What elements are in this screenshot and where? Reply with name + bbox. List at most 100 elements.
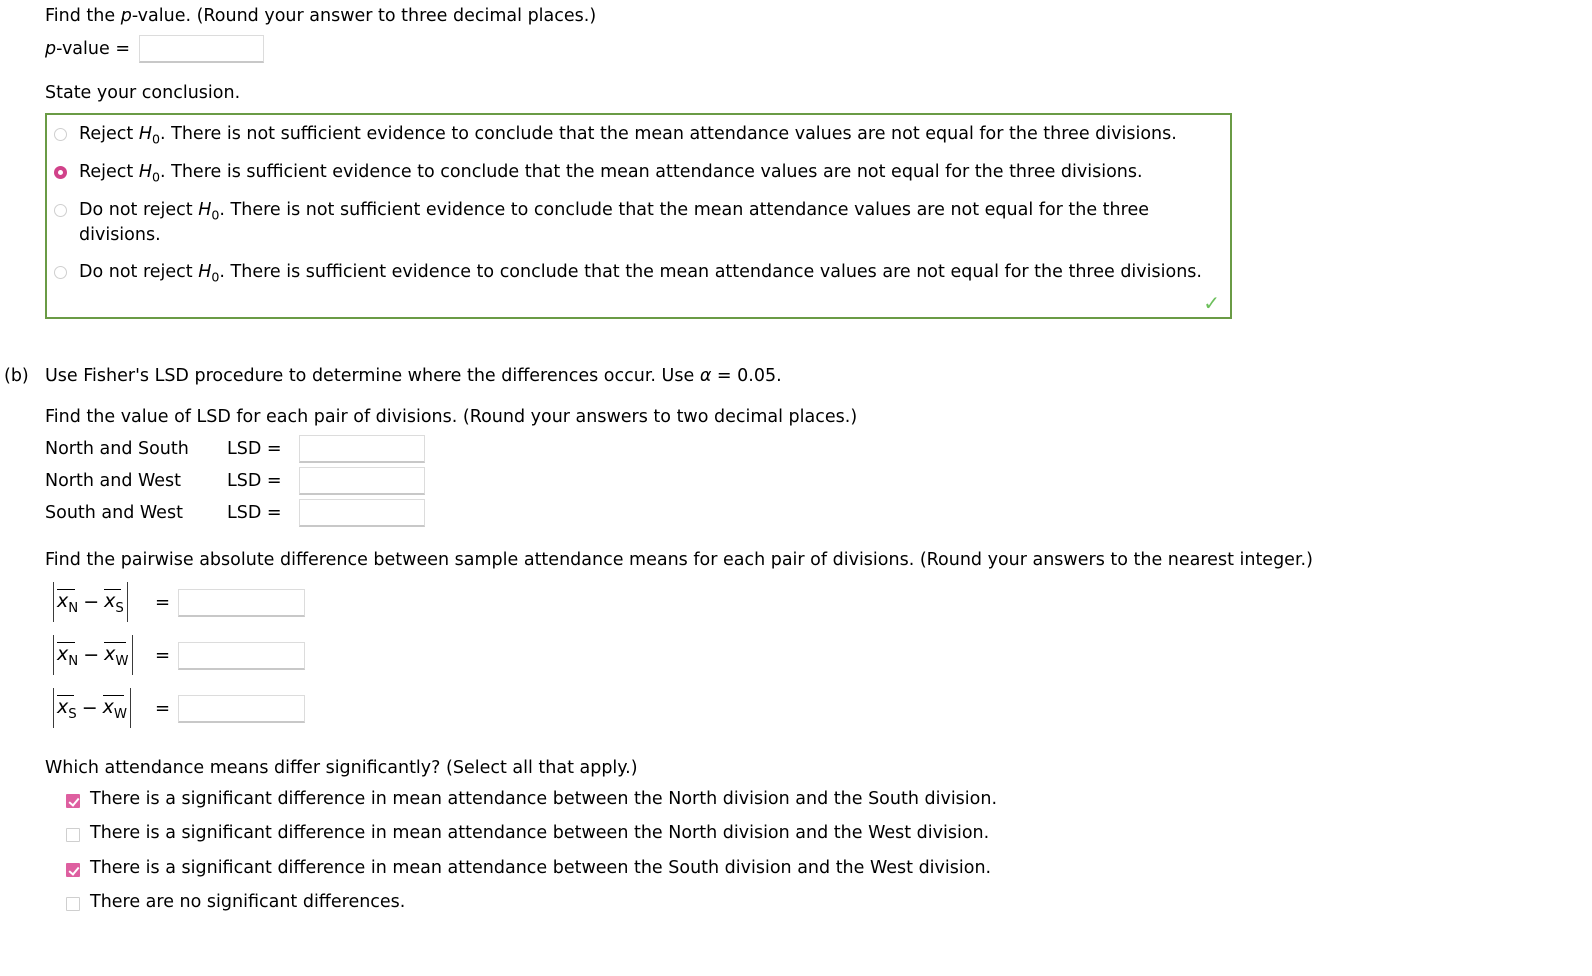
significance-option-0[interactable]: There is a significant difference in mea… bbox=[66, 789, 997, 809]
lsd-row-1-label: LSD = bbox=[227, 471, 282, 491]
option-3-text: . There is sufficient evidence to conclu… bbox=[219, 262, 1202, 282]
lsd-row-2-input[interactable] bbox=[299, 499, 425, 527]
abs-bar-left-0 bbox=[53, 582, 54, 622]
significance-option-2[interactable]: There is a significant difference in mea… bbox=[66, 858, 991, 878]
part-b-prompt-text-2: = 0.05. bbox=[711, 366, 782, 386]
lsd-row-1-input[interactable] bbox=[299, 467, 425, 495]
xbar-2-b-sub: W bbox=[113, 706, 128, 722]
pairwise-row-1-equals: = bbox=[155, 645, 171, 666]
pairwise-row-2-input[interactable] bbox=[178, 695, 305, 723]
pvalue-label: p-value = bbox=[45, 38, 130, 62]
pvalue-prompt-text-1: Find the bbox=[45, 6, 121, 26]
lsd-row-1-pair: North and West bbox=[45, 471, 182, 491]
checkbox-icon-option-0[interactable] bbox=[66, 794, 80, 808]
xbar-1-b-letter: x bbox=[104, 643, 116, 666]
pairwise-row-1-input[interactable] bbox=[178, 642, 305, 670]
lsd-row-2-label: LSD = bbox=[227, 503, 282, 523]
option-0-subscript: 0 bbox=[152, 131, 161, 147]
pvalue-prompt-italic-p: p bbox=[120, 6, 132, 26]
significance-option-3-label: There are no significant differences. bbox=[90, 892, 406, 912]
xbar-0-b-letter: x bbox=[104, 590, 116, 613]
conclusion-option-3-label: Do not reject H0. There is sufficient ev… bbox=[79, 261, 1202, 286]
pvalue-prompt-text-2: -value. (Round your answer to three deci… bbox=[131, 6, 597, 26]
xbar-1-a-sub: N bbox=[68, 653, 79, 669]
significance-option-1[interactable]: There is a significant difference in mea… bbox=[66, 823, 989, 843]
checkbox-icon-option-2[interactable] bbox=[66, 863, 80, 877]
conclusion-prompt: State your conclusion. bbox=[45, 83, 241, 103]
part-b-prompt-text-1: Use Fisher's LSD procedure to determine … bbox=[45, 366, 700, 386]
xbar-1-a: xN bbox=[57, 641, 78, 669]
checkbox-icon-option-3[interactable] bbox=[66, 897, 80, 911]
conclusion-option-2[interactable]: Do not reject H0. There is not sufficien… bbox=[54, 199, 1204, 247]
option-1-text: . There is sufficient evidence to conclu… bbox=[160, 162, 1143, 182]
xbar-2-a: xS bbox=[57, 694, 77, 722]
option-0-text: . There is not sufficient evidence to co… bbox=[160, 124, 1177, 144]
checkbox-icon-option-1[interactable] bbox=[66, 828, 80, 842]
option-2-symbol: H bbox=[198, 200, 212, 220]
part-b-prompt: Use Fisher's LSD procedure to determine … bbox=[45, 365, 782, 389]
lsd-instruction: Find the value of LSD for each pair of d… bbox=[45, 407, 858, 427]
xbar-1-a-letter: x bbox=[57, 643, 69, 666]
minus-icon-0: − bbox=[83, 591, 100, 613]
abs-bar-left-1 bbox=[53, 635, 54, 675]
significance-option-2-label: There is a significant difference in mea… bbox=[90, 858, 992, 878]
option-3-prefix: Do not reject bbox=[79, 262, 199, 282]
xbar-2-b-letter: x bbox=[102, 696, 114, 719]
lsd-row-2-pair: South and West bbox=[45, 503, 183, 523]
xbar-0-b-sub: S bbox=[115, 600, 124, 616]
conclusion-option-1[interactable]: Reject H0. There is sufficient evidence … bbox=[54, 161, 1143, 186]
xbar-0-b: xS bbox=[104, 588, 124, 616]
option-2-prefix: Do not reject bbox=[79, 200, 199, 220]
conclusion-option-0[interactable]: Reject H0. There is not sufficient evide… bbox=[54, 123, 1177, 148]
option-3-symbol: H bbox=[198, 262, 212, 282]
xbar-0-a: xN bbox=[57, 588, 78, 616]
minus-icon-2: − bbox=[81, 697, 98, 719]
pairwise-row-0-equals: = bbox=[155, 592, 171, 613]
option-1-symbol: H bbox=[138, 162, 152, 182]
lsd-row-0-input[interactable] bbox=[299, 435, 425, 463]
xbar-0-a-letter: x bbox=[57, 590, 69, 613]
abs-bar-right-1 bbox=[131, 635, 133, 675]
conclusion-option-2-label: Do not reject H0. There is not sufficien… bbox=[79, 199, 1209, 247]
xbar-2-a-sub: S bbox=[68, 706, 77, 722]
pvalue-input[interactable] bbox=[139, 35, 264, 63]
significance-option-0-label: There is a significant difference in mea… bbox=[90, 789, 998, 809]
part-b-label: (b) bbox=[4, 366, 29, 386]
lsd-row-0-label: LSD = bbox=[227, 439, 282, 459]
radio-icon-option-1[interactable] bbox=[54, 166, 67, 179]
abs-bar-right-2 bbox=[130, 688, 132, 728]
pairwise-row-0-input[interactable] bbox=[178, 589, 305, 617]
option-2-text: . There is not sufficient evidence to co… bbox=[79, 200, 1149, 245]
radio-icon-option-3[interactable] bbox=[54, 266, 67, 279]
conclusion-option-0-label: Reject H0. There is not sufficient evide… bbox=[79, 123, 1177, 148]
pairwise-row-2-expression: xS − xW bbox=[50, 688, 134, 728]
pairwise-row-2-equals: = bbox=[155, 698, 171, 719]
conclusion-answer-box: Reject H0. There is not sufficient evide… bbox=[45, 113, 1232, 319]
option-1-prefix: Reject bbox=[79, 162, 139, 182]
radio-icon-option-0[interactable] bbox=[54, 128, 67, 141]
pvalue-label-italic-p: p bbox=[45, 39, 57, 59]
pvalue-prompt: Find the p-value. (Round your answer to … bbox=[45, 5, 596, 29]
question-page: Find the p-value. (Round your answer to … bbox=[0, 0, 1592, 976]
pairwise-row-0-expression: xN − xS bbox=[50, 582, 131, 622]
pairwise-instruction: Find the pairwise absolute difference be… bbox=[45, 550, 1313, 570]
xbar-1-b-sub: W bbox=[115, 653, 129, 669]
radio-icon-option-2[interactable] bbox=[54, 204, 67, 217]
pvalue-label-rest: -value = bbox=[56, 39, 130, 59]
conclusion-option-3[interactable]: Do not reject H0. There is sufficient ev… bbox=[54, 261, 1202, 286]
xbar-1-b: xW bbox=[104, 641, 129, 669]
xbar-0-a-sub: N bbox=[68, 600, 79, 616]
abs-bar-left-2 bbox=[53, 688, 54, 728]
select-all-prompt: Which attendance means differ significan… bbox=[45, 758, 638, 778]
alpha-symbol: α bbox=[699, 366, 712, 386]
conclusion-option-1-label: Reject H0. There is sufficient evidence … bbox=[79, 161, 1143, 186]
option-0-symbol: H bbox=[138, 124, 152, 144]
abs-bar-right-0 bbox=[126, 582, 128, 622]
significance-option-3[interactable]: There are no significant differences. bbox=[66, 892, 405, 912]
correct-check-icon: ✓ bbox=[1203, 291, 1220, 315]
minus-icon-1: − bbox=[83, 644, 100, 666]
lsd-row-0-pair: North and South bbox=[45, 439, 189, 459]
option-1-subscript: 0 bbox=[152, 169, 161, 185]
pairwise-row-1-expression: xN − xW bbox=[50, 635, 136, 675]
xbar-2-b: xW bbox=[102, 694, 128, 722]
